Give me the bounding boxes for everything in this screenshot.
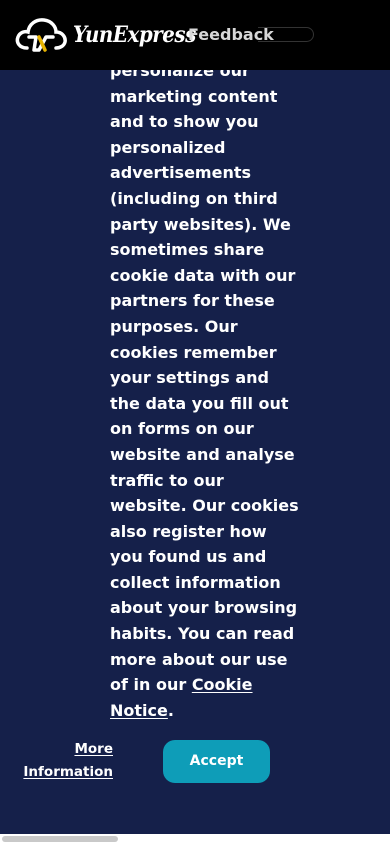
cookie-text-line: advertisements bbox=[110, 163, 252, 183]
site-header: YunExpress Feedback bbox=[0, 0, 390, 70]
cookie-text-line: about your browsing bbox=[110, 598, 298, 618]
cookie-text-line-notice: Notice. bbox=[110, 698, 282, 724]
cookie-text-line: cookies remember bbox=[110, 342, 277, 362]
cookie-text-line: habits. You can read bbox=[110, 624, 295, 644]
cookie-text-line-final: of in our Cookie bbox=[110, 672, 282, 698]
cookie-notice-link-part1[interactable]: Cookie bbox=[192, 675, 253, 694]
feedback-pill-outline bbox=[258, 27, 314, 42]
horizontal-scrollbar[interactable] bbox=[0, 834, 390, 844]
cookie-text-line: on forms on our bbox=[110, 419, 254, 439]
more-info-line1: More bbox=[74, 741, 113, 757]
cookie-text-line: personalized bbox=[110, 137, 226, 157]
cookie-text-line: marketing content bbox=[110, 86, 278, 106]
cookie-text-line: and to show you bbox=[110, 112, 259, 132]
scrollbar-thumb[interactable] bbox=[2, 836, 118, 842]
cookie-text-line: partners for these bbox=[110, 291, 275, 311]
cookie-text-line: traffic to our bbox=[110, 470, 224, 490]
cookie-text-line: collect information bbox=[110, 572, 281, 592]
cookie-text-line: (including on third bbox=[110, 188, 278, 208]
cookie-text-line: also register how bbox=[110, 521, 267, 541]
cookie-text-period: . bbox=[167, 700, 174, 720]
cookie-banner-text: personalize our marketing content and to… bbox=[110, 58, 299, 724]
cookie-text-line: you found us and bbox=[110, 547, 267, 567]
cookie-text-line: purposes. Our bbox=[110, 316, 238, 336]
cookie-text-fragment: of in our bbox=[110, 675, 192, 695]
yunexpress-logo[interactable]: YunExpress bbox=[15, 17, 209, 53]
accept-cookies-button[interactable]: Accept bbox=[163, 740, 270, 783]
cookie-text-line: your settings and bbox=[110, 368, 270, 388]
cookie-text-line: cookie data with our bbox=[110, 265, 296, 285]
cookie-notice-link-part2[interactable]: Notice bbox=[110, 701, 168, 720]
cookie-text-line: website and analyse bbox=[110, 444, 295, 464]
more-information-link[interactable]: More Information bbox=[20, 738, 113, 784]
page: YunExpress Feedback personalize our mark… bbox=[0, 0, 390, 844]
cookie-text-line: more about our use bbox=[110, 649, 288, 669]
cookie-text-line: party websites). We bbox=[110, 214, 291, 234]
cookie-text-line: the data you fill out bbox=[110, 393, 289, 413]
cloud-logo-icon bbox=[15, 18, 67, 52]
cookie-text-line: sometimes share bbox=[110, 240, 265, 260]
cookie-text-line: website. Our cookies bbox=[110, 496, 299, 516]
more-info-line2: Information bbox=[23, 764, 113, 780]
logo-wordmark: YunExpress bbox=[73, 22, 196, 48]
